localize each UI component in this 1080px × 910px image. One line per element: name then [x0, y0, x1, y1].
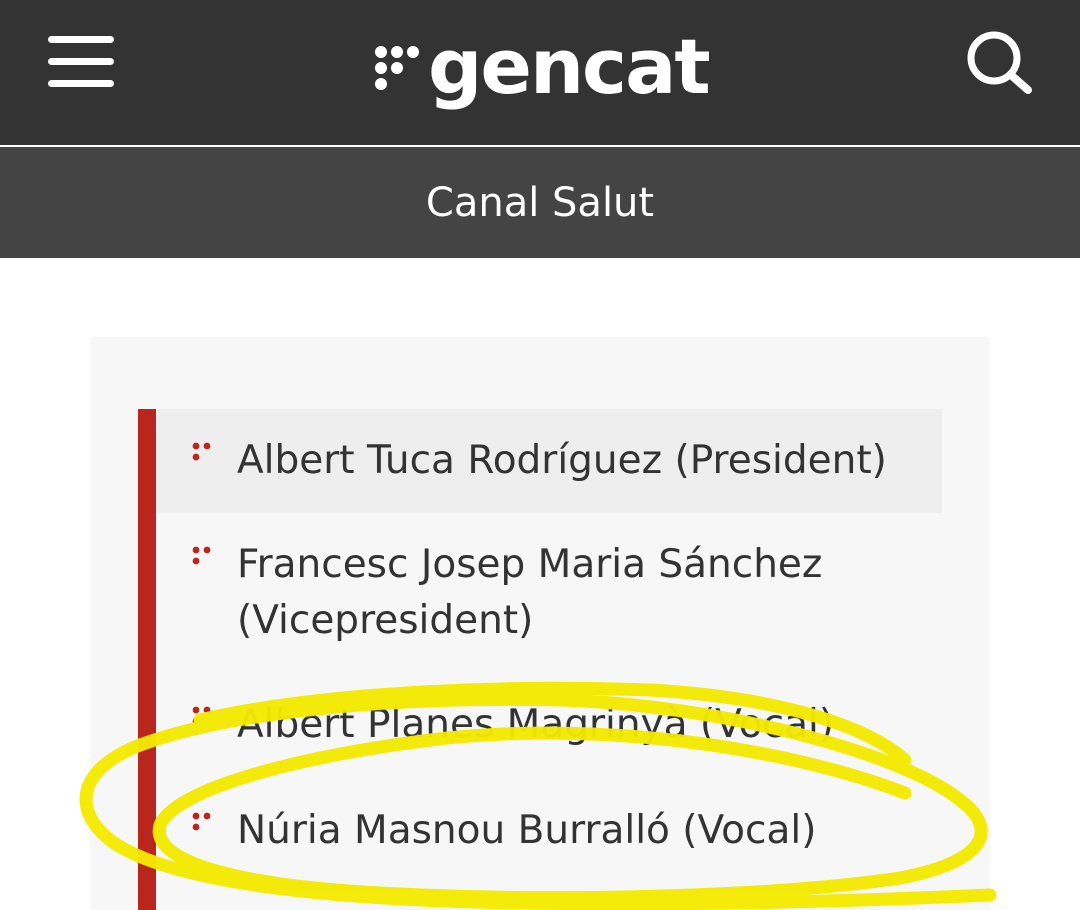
list-accent-bar	[138, 409, 156, 910]
top-navigation-bar: gencat	[0, 0, 1080, 145]
hamburger-menu-icon[interactable]	[44, 30, 118, 92]
member-name-label: Albert Planes Magrinyà (Vocal)	[237, 702, 835, 747]
list-item[interactable]: Albert Planes Magrinyà (Vocal)	[157, 673, 942, 779]
red-dots-icon	[192, 812, 211, 831]
gencat-logo[interactable]: gencat	[372, 22, 711, 112]
member-name-label: Francesc Josep Maria Sánchez (Vicepresid…	[237, 542, 823, 643]
member-name-label: Albert Tuca Rodríguez (President)	[237, 438, 887, 483]
red-dots-icon	[192, 546, 211, 565]
search-icon[interactable]	[962, 26, 1038, 98]
list-item[interactable]: Francesc Josep Maria Sánchez (Vicepresid…	[157, 513, 942, 673]
logo-text: gencat	[428, 22, 711, 111]
red-dots-icon	[192, 442, 211, 461]
list-item[interactable]: Albert Tuca Rodríguez (President)	[157, 409, 942, 513]
section-title[interactable]: Canal Salut	[426, 180, 654, 226]
red-dots-icon	[192, 706, 211, 725]
gencat-dots-icon	[375, 46, 419, 90]
section-header: Canal Salut	[0, 147, 1080, 258]
list-item[interactable]: Núria Masnou Burralló (Vocal)	[157, 779, 942, 885]
member-name-label: Núria Masnou Burralló (Vocal)	[237, 808, 817, 853]
